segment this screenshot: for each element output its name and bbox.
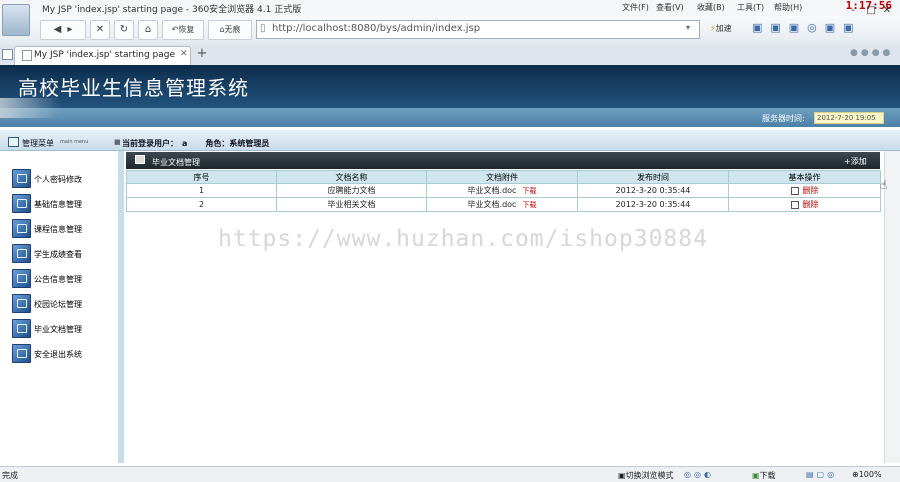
status-text: 完成 — [2, 471, 18, 480]
publish-time: 2012-3-20 0:35:44 — [577, 183, 729, 198]
delete-link[interactable]: 删除 — [803, 186, 819, 195]
row-number: 1 — [126, 183, 277, 198]
tab-scroll-icons[interactable]: ●●●● — [850, 48, 893, 58]
zoom-control[interactable]: ⊕100% — [852, 470, 882, 479]
sidebar-item-label: 学生成绩查看 — [34, 250, 82, 259]
server-time-value: 2012-7-20 19:05 — [814, 112, 884, 124]
mode-icon: ▣ — [618, 471, 626, 480]
add-document-button[interactable]: +添加 — [844, 156, 867, 167]
sidebar-item-label: 安全退出系统 — [34, 350, 82, 359]
panel-title: 毕业文档管理 — [152, 158, 200, 167]
monitor-icon — [12, 169, 31, 188]
menu-file[interactable]: 文件(F) — [622, 2, 649, 13]
home-icon: ⌂ — [144, 24, 152, 35]
row-actions: 删除 — [728, 183, 881, 198]
menu-icon — [8, 137, 19, 147]
refresh-button[interactable]: ↻ — [114, 20, 134, 40]
header-decoration — [0, 98, 60, 118]
tab-close-icon[interactable]: ✕ — [180, 49, 188, 59]
column-header: 序号 — [126, 170, 277, 184]
monitor-icon — [12, 294, 31, 313]
monitor-icon — [12, 194, 31, 213]
status-tool-icons[interactable]: ▤▢◎ — [806, 470, 837, 479]
stop-button[interactable]: ✕ — [90, 20, 110, 40]
toolbar-extension-icons[interactable]: ▣▣▣◎▣▣ — [752, 21, 862, 34]
panel-icon — [135, 155, 145, 164]
menu-favorites[interactable]: 收藏(B) — [697, 2, 725, 13]
speed-button[interactable]: ⚡加速 — [710, 23, 732, 34]
table-row: 1 应聘能力文档 毕业文档.doc 下载 2012-3-20 0:35:44 删除 — [126, 183, 881, 198]
minimize-button[interactable]: - — [848, 6, 858, 16]
bullet-icon: ■ — [114, 138, 121, 146]
trash-icon — [790, 186, 799, 195]
back-arrow-icon: ◀ — [53, 24, 62, 35]
trash-icon — [790, 200, 799, 209]
forward-arrow-icon: ▸ — [67, 24, 73, 35]
address-dropdown-icon[interactable]: ▾ — [686, 23, 690, 32]
document-attachment: 毕业文档.doc 下载 — [426, 183, 578, 198]
document-name: 毕业相关文档 — [276, 197, 427, 212]
row-number: 2 — [126, 197, 277, 212]
user-info: 当前登录用户： a 角色：系统管理员 — [122, 139, 270, 148]
close-window-button[interactable]: ✕ — [882, 6, 892, 16]
menu-tools[interactable]: 工具(T) — [737, 2, 764, 13]
monitor-icon — [12, 269, 31, 288]
download-manager-button[interactable]: ▣下载 — [752, 470, 776, 481]
status-icons[interactable]: ◎◎◐ — [684, 470, 714, 479]
monitor-icon — [12, 244, 31, 263]
vertical-scrollbar[interactable] — [884, 151, 900, 463]
window-title: My JSP 'index.jsp' starting page - 360安全… — [42, 5, 302, 15]
panel-header — [126, 152, 880, 169]
column-header: 文档附件 — [426, 170, 578, 184]
sidebar-item-label: 课程信息管理 — [34, 225, 82, 234]
delete-link[interactable]: 删除 — [803, 200, 819, 209]
refresh-icon: ↻ — [119, 24, 129, 35]
back-forward-button[interactable]: ◀ ▸ — [40, 20, 86, 40]
user-avatar[interactable] — [2, 4, 30, 36]
publish-time: 2012-3-20 0:35:44 — [577, 197, 729, 212]
documents-table: 序号 文档名称 文档附件 发布时间 基本操作 1 应聘能力文档 毕业文档.doc… — [126, 170, 881, 212]
hand-cursor-icon: ☝ — [880, 178, 888, 192]
page-favicon-icon — [22, 50, 32, 61]
server-time-label: 服务器时间: — [762, 114, 805, 123]
column-header: 基本操作 — [728, 170, 881, 184]
sidebar-item-label: 公告信息管理 — [34, 275, 82, 284]
tab-label: My JSP 'index.jsp' starting page — [34, 50, 176, 60]
restore-button[interactable]: ↶恢复 — [162, 20, 204, 40]
column-header: 文档名称 — [276, 170, 427, 184]
column-header: 发布时间 — [577, 170, 729, 184]
home-button[interactable]: ⌂ — [138, 20, 158, 40]
watermark-text: https://www.huzhan.com/ishop30884 — [218, 226, 708, 252]
sidebar-item-label: 毕业文档管理 — [34, 325, 82, 334]
maximize-button[interactable]: □ — [866, 6, 876, 16]
page-icon: ▯ — [260, 23, 266, 34]
table-row: 2 毕业相关文档 毕业文档.doc 下载 2012-3-20 0:35:44 删除 — [126, 197, 881, 212]
sidebar-item-label: 个人密码修改 — [34, 175, 82, 184]
row-actions: 删除 — [728, 197, 881, 212]
table-header-row: 序号 文档名称 文档附件 发布时间 基本操作 — [126, 170, 881, 184]
download-link[interactable]: 下载 — [522, 187, 536, 195]
stop-icon: ✕ — [95, 24, 105, 35]
no-trace-button[interactable]: ⌂无痕 — [208, 20, 252, 40]
app-title: 高校毕业生信息管理系统 — [18, 76, 249, 100]
sidebar-item-label: 基础信息管理 — [34, 200, 82, 209]
sidebar-toggle-icon[interactable] — [2, 49, 13, 60]
document-name: 应聘能力文档 — [276, 183, 427, 198]
sidebar-divider — [118, 151, 124, 463]
menu-view[interactable]: 查看(V) — [656, 2, 684, 13]
download-icon: ▣ — [752, 471, 760, 480]
monitor-icon — [12, 344, 31, 363]
monitor-icon — [12, 319, 31, 338]
zoom-icon: ⊕ — [852, 470, 859, 479]
document-attachment: 毕业文档.doc 下载 — [426, 197, 578, 212]
switch-mode-button[interactable]: ▣切换浏览模式 — [618, 470, 674, 481]
menu-subtitle: main menu — [60, 139, 89, 145]
download-link[interactable]: 下载 — [522, 201, 536, 209]
monitor-icon — [12, 219, 31, 238]
menu-title: 管理菜单 — [22, 139, 54, 148]
new-tab-button[interactable]: + — [193, 46, 211, 62]
sidebar-item-label: 校园论坛管理 — [34, 300, 82, 309]
address-text: http://localhost:8080/bys/admin/index.js… — [272, 23, 481, 34]
menu-help[interactable]: 帮助(H) — [774, 2, 802, 13]
